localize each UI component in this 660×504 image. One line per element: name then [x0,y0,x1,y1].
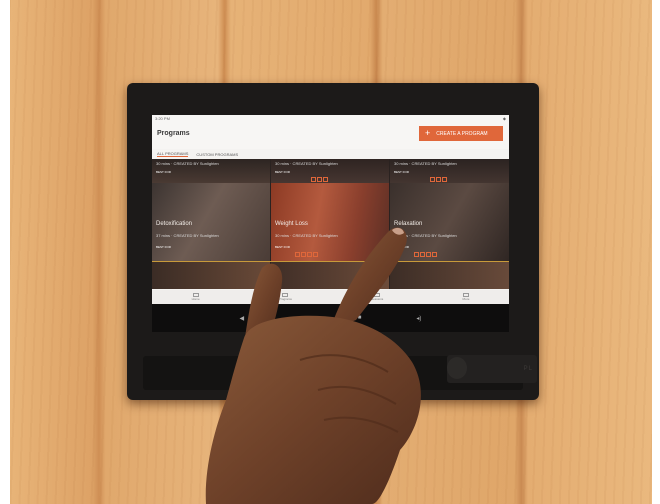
benefit-icon [323,177,328,182]
program-tile-weight-loss[interactable]: Weight Loss 30 mins · CREATED BY Sunligh… [271,183,389,261]
plus-icon: + [425,128,431,138]
nav-label: Home [191,297,200,301]
benefit-icon [420,252,425,257]
tile-meta: 30 mins · CREATED BY Sunlighten [275,233,338,238]
nav-label: Programs [278,297,292,301]
recents-icon[interactable]: ■ [358,315,362,321]
tile-best-for: BEST FOR [156,170,171,174]
tile-meta: 30 mins · CREATED BY Sunlighten [156,161,219,166]
status-time: 3:20 PM [155,116,170,121]
back-icon[interactable]: ◀ [240,315,245,322]
tile-best-for: BEST FOR [275,170,290,174]
benefit-icon [307,252,312,257]
white-border-right [652,0,660,504]
wall-tablet: PL 3:20 PM ◆ Programs + CREATE A PROGRAM… [127,83,539,400]
benefit-icon [414,252,419,257]
benefit-icon [426,252,431,257]
tile-meta: 30 mins · CREATED BY Sunlighten [394,233,457,238]
program-tile[interactable]: 30 mins · CREATED BY Sunlighten BEST FOR [271,159,389,183]
benefit-icon [430,177,435,182]
program-tile[interactable]: 30 mins · CREATED BY Sunlighten BEST FOR [390,159,509,183]
program-tile[interactable]: 30 mins · CREATED BY Sunlighten BEST FOR [152,159,270,183]
home-circle-icon[interactable]: ● [299,315,303,321]
create-program-button[interactable]: + CREATE A PROGRAM [419,126,503,141]
program-tile[interactable] [152,262,270,289]
nav-label: More [462,297,470,301]
program-tile-relaxation[interactable]: Relaxation 30 mins · CREATED BY Sunlight… [390,183,509,261]
benefit-icon [317,177,322,182]
benefit-icon [311,177,316,182]
system-nav-bar: ◀ ● ■ ◂) [152,304,509,332]
tab-all-programs[interactable]: ALL PROGRAMS [157,151,189,157]
nav-sessions[interactable]: Sessions [371,293,383,301]
benefit-icon [295,252,300,257]
tile-meta: 37 mins · CREATED BY Sunlighten [156,233,219,238]
benefit-icon [442,177,447,182]
tile-best-for: BEST FOR [394,170,409,174]
benefit-icon [313,252,318,257]
nav-more[interactable]: More [462,293,470,301]
nav-label: Sessions [371,297,384,301]
tile-title: Detoxification [156,221,193,227]
nav-home[interactable]: Home [192,293,200,301]
create-program-label: CREATE A PROGRAM [436,130,488,137]
bottom-nav: Home Programs Sessions More [152,290,509,304]
tablet-logo: PL [523,366,533,372]
volume-icon[interactable]: ◂) [416,315,421,322]
white-border-left [0,0,10,504]
nav-programs[interactable]: Programs [279,293,292,301]
page-title: Programs [157,130,190,137]
status-bar: 3:20 PM ◆ [152,115,509,122]
divider [152,261,509,262]
tile-meta: 30 mins · CREATED BY Sunlighten [394,161,457,166]
tile-best-for: BEST FOR [156,245,171,249]
tile-title: Relaxation [394,221,423,227]
benefit-icon [432,252,437,257]
tile-best-for: BEST FOR [394,245,409,249]
program-grid: 30 mins · CREATED BY Sunlighten BEST FOR… [152,159,509,289]
benefit-icon [436,177,441,182]
tile-meta: 30 mins · CREATED BY Sunlighten [275,161,338,166]
program-tile[interactable] [390,262,509,289]
app-header: Programs + CREATE A PROGRAM [152,122,509,149]
program-tile-detoxification[interactable]: Detoxification 37 mins · CREATED BY Sunl… [152,183,270,261]
program-tile[interactable] [271,262,389,289]
tablet-screen: 3:20 PM ◆ Programs + CREATE A PROGRAM AL… [152,115,509,332]
tile-best-for: BEST FOR [275,245,290,249]
tile-title: Weight Loss [275,221,308,227]
tab-custom-programs[interactable]: CUSTOM PROGRAMS [196,152,238,157]
wifi-icon: ◆ [502,116,506,121]
benefit-icon [301,252,306,257]
